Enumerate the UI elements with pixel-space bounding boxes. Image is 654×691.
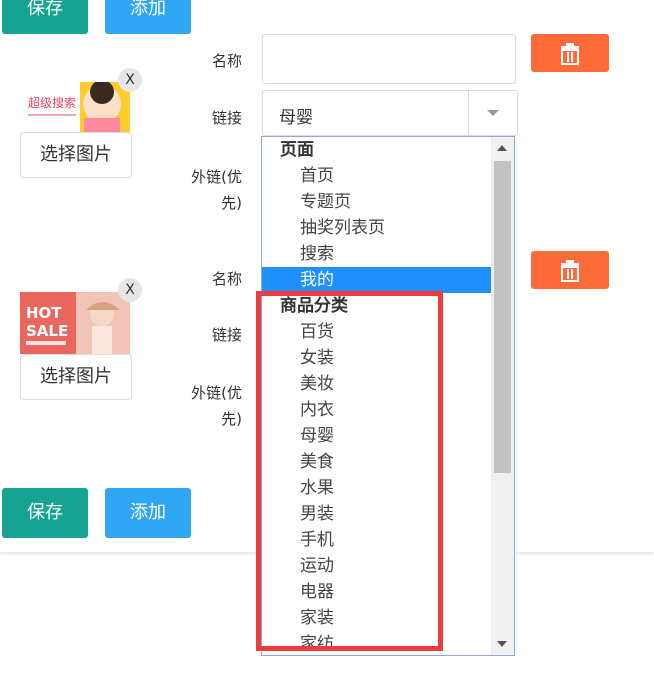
remove-banner-1-button[interactable]: X <box>118 68 142 92</box>
scroll-thumb[interactable] <box>494 161 511 473</box>
option-category[interactable]: 美食 <box>262 449 491 475</box>
link-label-2: 链接 <box>211 326 242 344</box>
link-select-value: 母婴 <box>279 108 313 128</box>
save-button[interactable]: 保存 <box>2 488 88 538</box>
name-label-2: 名称 <box>211 270 242 288</box>
name-label-1: 名称 <box>211 52 242 70</box>
scroll-down-arrow-icon[interactable] <box>497 641 507 647</box>
option-category[interactable]: 家纺 <box>262 631 491 655</box>
select-caret-box[interactable] <box>468 91 517 135</box>
banner-text-2a: HOT <box>26 304 62 322</box>
add-button-top[interactable]: 添加 <box>105 0 191 34</box>
external-link-label-1-line1: 外链(优 <box>191 168 242 186</box>
choose-image-button-1[interactable]: 选择图片 <box>20 132 132 178</box>
option-mine[interactable]: 我的 <box>262 267 491 293</box>
banner-image-2: HOT SALE <box>20 292 130 354</box>
link-dropdown-list[interactable]: 页面 首页 专题页 抽奖列表页 搜索 我的 商品分类 百货 女装 美妆 内衣 母… <box>261 136 515 656</box>
option-topic-page[interactable]: 专题页 <box>262 189 491 215</box>
delete-button-2[interactable] <box>531 251 609 289</box>
delete-button-1[interactable] <box>531 34 609 72</box>
banner-thumbnail-2: HOT SALE X <box>20 278 142 360</box>
option-home[interactable]: 首页 <box>262 163 491 189</box>
option-category[interactable]: 内衣 <box>262 397 491 423</box>
banner-text-1: 超级搜索 <box>28 95 76 110</box>
option-lottery-list[interactable]: 抽奖列表页 <box>262 215 491 241</box>
dropdown-options: 页面 首页 专题页 抽奖列表页 搜索 我的 商品分类 百货 女装 美妆 内衣 母… <box>262 137 491 655</box>
option-group-page: 页面 <box>280 140 314 160</box>
chevron-down-icon <box>487 110 499 116</box>
option-group-category: 商品分类 <box>280 296 348 316</box>
option-category[interactable]: 家装 <box>262 605 491 631</box>
dropdown-scrollbar[interactable] <box>491 137 514 655</box>
save-button-top[interactable]: 保存 <box>2 0 88 34</box>
option-category[interactable]: 美妆 <box>262 371 491 397</box>
link-select-1[interactable]: 母婴 <box>262 90 518 136</box>
trash-icon <box>561 260 579 282</box>
scroll-up-arrow-icon[interactable] <box>497 145 507 151</box>
trash-icon <box>561 43 579 65</box>
add-button[interactable]: 添加 <box>105 488 191 538</box>
option-category[interactable]: 女装 <box>262 345 491 371</box>
option-category[interactable]: 运动 <box>262 553 491 579</box>
external-link-label-1: 外链(优 先) <box>182 164 242 216</box>
option-category[interactable]: 手机 <box>262 527 491 553</box>
banner-image-graphic-2: HOT SALE <box>20 292 130 354</box>
option-category[interactable]: 水果 <box>262 475 491 501</box>
external-link-label-2: 外链(优 先) <box>182 380 242 432</box>
choose-image-button-2[interactable]: 选择图片 <box>20 354 132 400</box>
option-category[interactable]: 电器 <box>262 579 491 605</box>
banner-text-2b: SALE <box>26 322 68 340</box>
option-category[interactable]: 母婴 <box>262 423 491 449</box>
link-label-1: 链接 <box>211 109 242 127</box>
option-category[interactable]: 男装 <box>262 501 491 527</box>
external-link-label-2-line2: 先) <box>221 410 242 428</box>
name-input-1[interactable] <box>262 34 516 84</box>
external-link-label-1-line2: 先) <box>221 194 242 212</box>
option-search[interactable]: 搜索 <box>262 241 491 267</box>
option-category[interactable]: 百货 <box>262 319 491 345</box>
remove-banner-2-button[interactable]: X <box>118 278 142 302</box>
external-link-label-2-line1: 外链(优 <box>191 384 242 402</box>
